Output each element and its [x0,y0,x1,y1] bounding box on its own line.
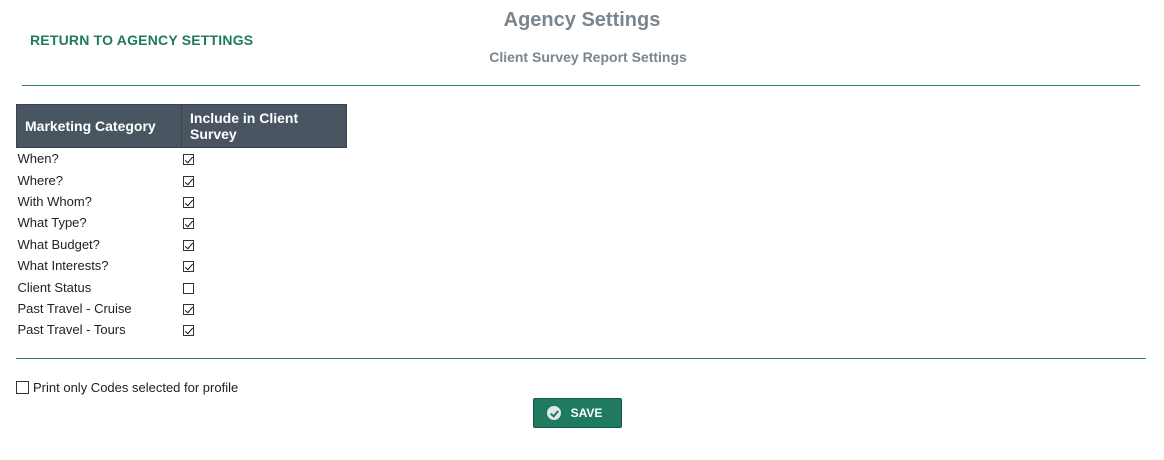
include-cell [182,276,347,297]
include-in-survey-checkbox[interactable] [182,175,194,187]
page-subtitle: Client Survey Report Settings [489,49,687,65]
include-cell [182,169,347,190]
include-cell [182,212,347,233]
table-row: What Interests? [17,255,347,276]
table-row: With Whom? [17,191,347,212]
category-label: When? [17,151,59,167]
save-button-label: SAVE [570,406,603,420]
include-cell [182,255,347,276]
table-row: Past Travel - Cruise [17,298,347,319]
category-label: What Interests? [17,258,109,274]
section-divider [16,358,1146,359]
include-cell [182,148,347,170]
include-in-survey-checkbox[interactable] [182,303,194,315]
page-title: Agency Settings [503,9,661,31]
table-row: Past Travel - Tours [17,319,347,340]
table-row: Where? [17,169,347,190]
save-button[interactable]: SAVE [533,398,622,428]
include-in-survey-checkbox[interactable] [182,239,194,251]
table-row: What Budget? [17,234,347,255]
table-row: What Type? [17,212,347,233]
include-cell [182,234,347,255]
include-in-survey-checkbox[interactable] [182,325,194,337]
table-row: Client Status [17,276,347,297]
include-in-survey-checkbox[interactable] [182,197,194,209]
category-label: Where? [17,172,64,188]
include-in-survey-checkbox[interactable] [182,154,194,166]
print-only-selected-codes-label: Print only Codes selected for profile [33,380,239,395]
include-cell [182,319,347,340]
category-label: Client Status [17,279,92,295]
header-divider [22,85,1140,86]
category-label: What Budget? [17,236,100,252]
print-only-selected-codes-checkbox[interactable] [16,381,29,394]
marketing-category-table: Marketing Category Include in Client Sur… [16,104,347,341]
return-to-agency-settings-link[interactable]: RETURN TO AGENCY SETTINGS [30,32,253,48]
table-header-row: Marketing Category Include in Client Sur… [16,104,347,148]
table-row: When? [17,148,347,170]
include-cell [182,191,347,212]
include-in-survey-checkbox[interactable] [182,282,194,294]
column-header-marketing-category: Marketing Category [16,104,182,148]
category-label: Past Travel - Cruise [17,300,132,316]
column-header-include-in-survey: Include in Client Survey [181,104,347,148]
include-in-survey-checkbox[interactable] [182,261,194,273]
include-cell [182,298,347,319]
category-label: Past Travel - Tours [17,322,126,338]
category-label: What Type? [17,215,87,231]
include-in-survey-checkbox[interactable] [182,218,194,230]
check-circle-icon [546,406,561,420]
category-label: With Whom? [17,193,92,209]
print-only-selected-codes-option[interactable]: Print only Codes selected for profile [16,380,238,395]
